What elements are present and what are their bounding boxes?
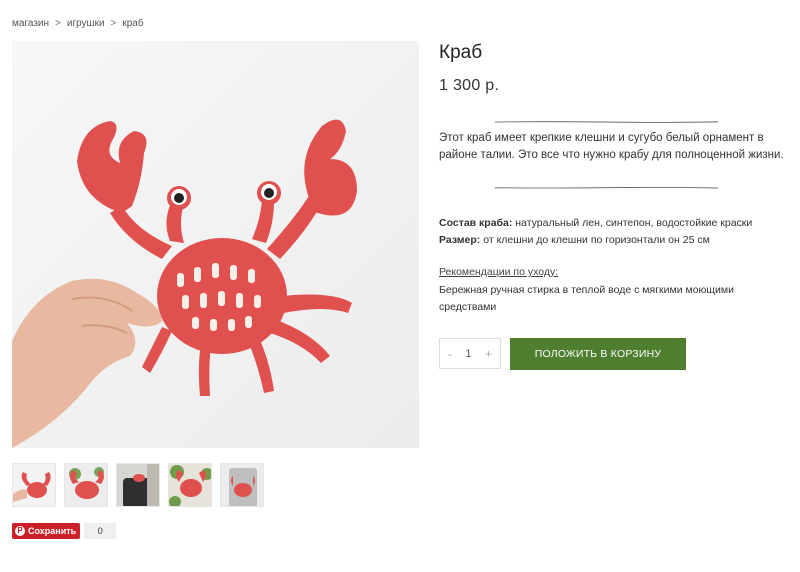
breadcrumb-separator: > <box>55 18 61 29</box>
product-price: 1 300 р. <box>439 77 500 94</box>
divider <box>494 187 719 189</box>
breadcrumb-separator: > <box>110 18 117 29</box>
thumbnail-4[interactable] <box>168 463 212 507</box>
spec-size-value: от клешни до клешни по горизонтали он 25… <box>480 234 710 246</box>
product-main-image[interactable] <box>12 41 419 448</box>
product-title: Краб <box>439 42 483 63</box>
breadcrumb: магазин > игрушки > краб <box>12 18 144 29</box>
pinterest-save-button[interactable]: P Сохранить <box>12 523 81 539</box>
quantity-value[interactable]: 1 <box>465 348 471 360</box>
thumbnail-5[interactable] <box>220 463 264 507</box>
quantity-stepper: - 1 + <box>439 338 501 369</box>
spec-size: Размер: от клешни до клешни по горизонта… <box>439 232 789 249</box>
spec-composition-label: Состав краба: <box>439 217 513 229</box>
divider <box>494 121 719 123</box>
care-text: Бережная ручная стирка в теплой воде с м… <box>439 284 734 313</box>
pinterest-count: 0 <box>84 523 117 539</box>
breadcrumb-current: краб <box>122 18 144 29</box>
thumbnail-1[interactable] <box>12 463 56 507</box>
product-specs: Состав краба: натуральный лен, синтепон,… <box>439 215 789 249</box>
spec-size-label: Размер: <box>439 234 481 246</box>
thumbnail-3[interactable] <box>116 463 160 507</box>
quantity-decrease-button[interactable]: - <box>448 347 452 361</box>
thumbnail-strip <box>12 463 264 507</box>
thumbnail-2[interactable] <box>64 463 108 507</box>
pinterest-icon: P <box>15 526 25 536</box>
spec-composition-value: натуральный лен, синтепон, водостойкие к… <box>512 217 753 229</box>
quantity-increase-button[interactable]: + <box>485 347 492 361</box>
pinterest-save-label: Сохранить <box>28 526 77 536</box>
product-description: Этот краб имеет крепкие клешни и сугубо … <box>439 132 784 161</box>
breadcrumb-shop[interactable]: магазин <box>12 18 49 29</box>
pinterest-save: P Сохранить 0 <box>12 523 117 539</box>
add-to-cart-button[interactable]: ПОЛОЖИТЬ В КОРЗИНУ <box>510 338 686 370</box>
care-recommendations-link[interactable]: Рекомендации по уходу: <box>439 266 558 278</box>
breadcrumb-toys[interactable]: игрушки <box>67 18 105 29</box>
spec-composition: Состав краба: натуральный лен, синтепон,… <box>439 215 789 232</box>
